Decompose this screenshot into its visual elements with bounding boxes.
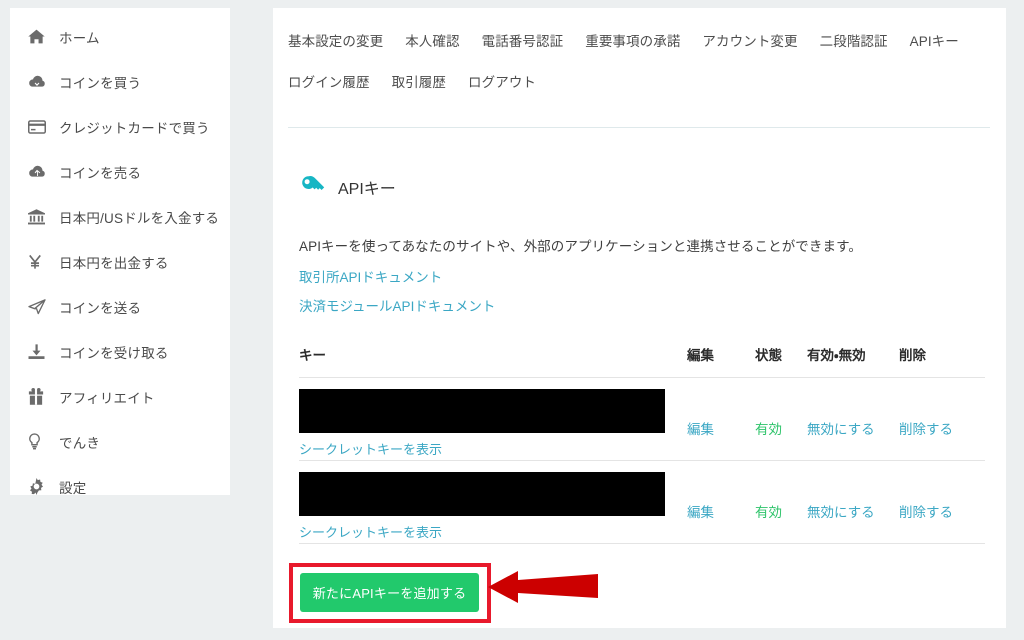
key-icon: [299, 173, 327, 201]
column-header-edit: 編集: [687, 348, 714, 363]
sidebar-item-label: でんき: [59, 435, 101, 451]
sidebar-item-buy-coin[interactable]: コインを買う: [10, 59, 230, 104]
table-row: シークレットキーを表示 編集 有効 無効にする 削除する: [299, 378, 985, 460]
row-edit-link[interactable]: 編集: [687, 501, 714, 521]
row-state-badge: 有効: [755, 505, 782, 520]
tab-api-key[interactable]: APIキー: [910, 30, 959, 50]
paper-plane-icon: [28, 298, 50, 316]
tab-terms-approval[interactable]: 重要事項の承諾: [585, 30, 680, 50]
api-section-header: APIキー: [299, 173, 396, 201]
table-row: シークレットキーを表示 編集 有効 無効にする 削除する: [299, 461, 985, 543]
sidebar-item-deposit-fiat[interactable]: 日本円/USドルを入金する: [10, 194, 230, 239]
api-key-value-redacted: [299, 389, 665, 433]
gear-icon: [28, 478, 50, 496]
sidebar-item-affiliate[interactable]: アフィリエイト: [10, 374, 230, 419]
column-header-state: 状態: [755, 348, 782, 363]
tab-identity-check[interactable]: 本人確認: [405, 30, 459, 50]
sidebar-item-label: 設定: [59, 480, 87, 496]
gift-icon: [28, 388, 50, 406]
show-secret-key-link[interactable]: シークレットキーを表示: [299, 522, 442, 541]
column-header-toggle: 有効・無効: [807, 348, 866, 363]
sidebar-item-denki[interactable]: でんき: [10, 419, 230, 464]
show-secret-key-link[interactable]: シークレットキーを表示: [299, 439, 442, 458]
api-key-value-redacted: [299, 472, 665, 516]
sidebar-item-sell-coin[interactable]: コインを売る: [10, 149, 230, 194]
tab-logout[interactable]: ログアウト: [468, 71, 536, 91]
sidebar-item-label: コインを買う: [59, 75, 142, 91]
home-icon: [28, 28, 50, 46]
app-root: ホーム コインを買う クレジットカードで買う コインを売る 日本円/USドルを入: [0, 0, 1024, 640]
sidebar-item-label: 日本円/USドルを入金する: [59, 210, 220, 226]
sidebar-item-label: コインを送る: [59, 300, 142, 316]
api-description: APIキーを使ってあなたのサイトや、外部のアプリケーションと連携させることができ…: [299, 239, 862, 254]
bank-icon: [28, 208, 50, 226]
sidebar-item-withdraw-jpy[interactable]: 日本円を出金する: [10, 239, 230, 284]
lightbulb-icon: [28, 433, 50, 451]
credit-card-icon: [28, 118, 50, 136]
sidebar-item-label: コインを受け取る: [59, 345, 169, 361]
sidebar-item-receive-coin[interactable]: コインを受け取る: [10, 329, 230, 374]
api-section-title: APIキー: [338, 181, 396, 198]
tab-two-factor-auth[interactable]: 二段階認証: [820, 30, 888, 50]
sidebar: ホーム コインを買う クレジットカードで買う コインを売る 日本円/USドルを入: [10, 8, 230, 496]
row-delete-link[interactable]: 削除する: [899, 501, 953, 521]
cloud-upload-icon: [28, 163, 50, 181]
download-tray-icon: [28, 343, 50, 361]
content-panel: 基本設定の変更 本人確認 電話番号認証 重要事項の承諾 アカウント変更 二段階認…: [273, 8, 1006, 628]
row-disable-link[interactable]: 無効にする: [807, 418, 875, 438]
tab-phone-verification[interactable]: 電話番号認証: [482, 30, 564, 50]
sidebar-item-label: アフィリエイト: [59, 390, 155, 406]
yen-icon: [28, 253, 50, 271]
tab-row-primary: 基本設定の変更 本人確認 電話番号認証 重要事項の承諾 アカウント変更 二段階認…: [288, 30, 988, 50]
sidebar-item-buy-with-credit-card[interactable]: クレジットカードで買う: [10, 104, 230, 149]
payment-module-api-doc-link[interactable]: 決済モジュールAPIドキュメント: [299, 295, 495, 315]
tab-account-change[interactable]: アカウント変更: [702, 30, 797, 50]
column-header-key: キー: [299, 348, 326, 363]
tab-row-secondary: ログイン履歴 取引履歴 ログアウト: [288, 71, 988, 91]
row-edit-link[interactable]: 編集: [687, 418, 714, 438]
row-disable-link[interactable]: 無効にする: [807, 501, 875, 521]
cloud-download-icon: [28, 73, 50, 91]
sidebar-item-label: クレジットカードで買う: [59, 120, 210, 136]
exchange-api-doc-link[interactable]: 取引所APIドキュメント: [299, 266, 442, 286]
table-header-row: キー 編集 状態 有効・無効 削除: [299, 344, 985, 377]
row-state-badge: 有効: [755, 422, 782, 437]
sidebar-item-label: コインを売る: [59, 165, 142, 181]
tabs-divider: [288, 127, 990, 128]
sidebar-item-home[interactable]: ホーム: [10, 14, 230, 59]
sidebar-item-label: ホーム: [59, 30, 100, 46]
sidebar-item-send-coin[interactable]: コインを送る: [10, 284, 230, 329]
table-bottom-divider: [299, 543, 985, 544]
column-header-delete: 削除: [899, 348, 926, 363]
settings-tabs: 基本設定の変更 本人確認 電話番号認証 重要事項の承諾 アカウント変更 二段階認…: [273, 8, 988, 91]
tab-basic-settings[interactable]: 基本設定の変更: [288, 30, 383, 50]
row-delete-link[interactable]: 削除する: [899, 418, 953, 438]
annotation-highlight-box: [289, 563, 491, 623]
tab-login-history[interactable]: ログイン履歴: [288, 71, 370, 91]
tab-trade-history[interactable]: 取引履歴: [392, 71, 446, 91]
sidebar-item-settings[interactable]: 設定: [10, 464, 230, 509]
api-key-table: キー 編集 状態 有効・無効 削除 シークレットキーを表示 編集 有効 無効にす…: [299, 344, 985, 544]
sidebar-item-label: 日本円を出金する: [59, 255, 169, 271]
